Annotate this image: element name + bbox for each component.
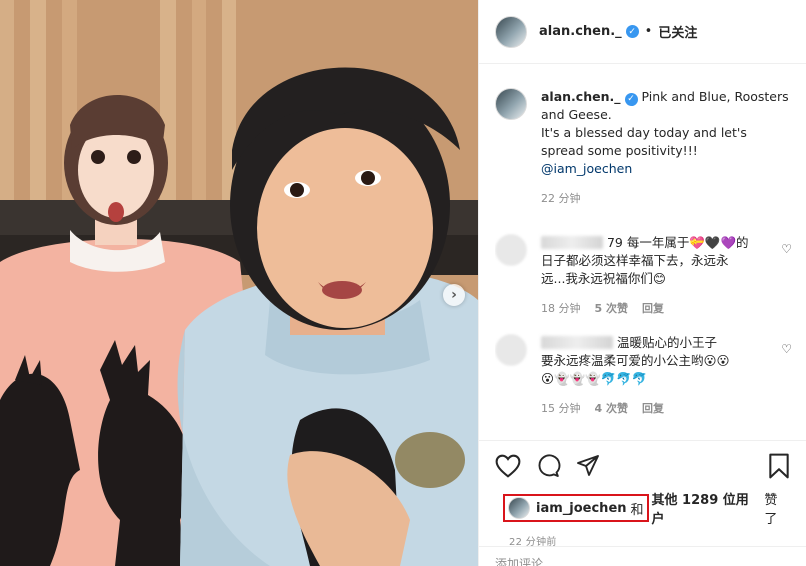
post-sidebar: alan.chen._ ✓ • 已关注 alan.chen._ ✓ Pink and… [478,0,806,566]
caption-author[interactable]: alan.chen._ [541,89,621,104]
author-avatar[interactable] [495,88,527,120]
comment-text-line-2: 日子都必须这样幸福下去，永远永 [541,253,729,268]
comment-time: 15 分钟 [541,402,581,415]
caption-time: 22 分钟 [541,192,581,205]
comment-like-heart-icon[interactable]: ♡ [781,342,792,356]
instagram-post-view: › alan.chen._ ✓ • 已关注 alan.chen._ ✓ Pink a… [0,0,806,566]
commenter-avatar[interactable] [495,334,527,366]
likes-conjunction: 和 [630,502,644,518]
like-heart-icon[interactable] [495,454,521,478]
share-paper-plane-icon[interactable] [575,454,601,478]
commenter-avatar[interactable] [495,234,527,266]
post-header: alan.chen._ ✓ • 已关注 [479,0,806,64]
redacted-username [541,336,613,349]
caption: alan.chen._ ✓ Pink and Blue, Roosters and … [495,88,792,208]
caption-line-2: and Geese. [541,107,612,122]
comment-bubble-icon[interactable] [535,454,561,478]
comment-item: 温暖贴心的小王子 要永远疼温柔可爱的小公主哟😮😮 😮👻👻👻🐬🐬🐬 15 分钟 4… [495,334,792,418]
liker-avatar[interactable] [508,497,530,519]
liker-username[interactable]: iam_joechen [536,501,627,516]
likes-suffix: 赞了 [764,493,778,527]
comment-item: 79 每一年属于💝🖤💜的 日子都必须这样幸福下去，永远永 远...我永远祝福你们… [495,234,792,318]
comment-time: 18 分钟 [541,302,581,315]
likes-summary: iam_joechen 和 其他 1289 位用户 赞了 [495,489,790,527]
highlighted-liker: iam_joechen 和 [503,494,649,522]
comment-text-line-2: 要永远疼温柔可爱的小公主哟😮😮 [541,353,730,368]
post-actions: iam_joechen 和 其他 1289 位用户 赞了 22 分钟前 [479,440,806,548]
caption-line-1: Pink and Blue, Roosters [641,89,789,104]
comment-reply-button[interactable]: 回复 [642,300,664,318]
verified-badge-icon: ✓ [625,25,639,38]
comment-like-heart-icon[interactable]: ♡ [781,242,792,256]
carousel-next-button[interactable]: › [443,284,465,306]
author-username[interactable]: alan.chen._ [539,24,622,39]
comment-likes[interactable]: 4 次赞 [595,400,628,418]
post-photo[interactable]: › [0,0,478,566]
caption-line-3: It's a blessed day today and let's [541,125,747,140]
likes-count-link[interactable]: 其他 1289 位用户 [652,489,761,527]
separator-dot: • [644,24,653,39]
comment-text-line-1: 温暖贴心的小王子 [616,335,717,350]
verified-badge-icon: ✓ [624,92,638,106]
comment-text-line-1: 79 每一年属于💝🖤💜的 [606,235,749,250]
comment-text-line-3: 😮👻👻👻🐬🐬🐬 [541,371,648,386]
following-button[interactable]: 已关注 [658,22,697,41]
bookmark-icon[interactable] [768,453,790,479]
author-avatar[interactable] [495,15,527,48]
comment-likes[interactable]: 5 次赞 [595,300,628,318]
comment-text-line-3: 远...我永远祝福你们😊 [541,271,666,286]
chevron-right-icon: › [451,287,457,303]
add-comment-input[interactable]: 添加评论... [479,546,806,566]
caption-mention-link[interactable]: @iam_joechen [541,160,792,178]
caption-line-4: spread some positivity!!! [541,143,698,158]
redacted-username [541,236,603,249]
photo-illustration [0,0,478,566]
comment-reply-button[interactable]: 回复 [642,400,664,418]
comments-list: alan.chen._ ✓ Pink and Blue, Roosters and … [495,80,792,435]
